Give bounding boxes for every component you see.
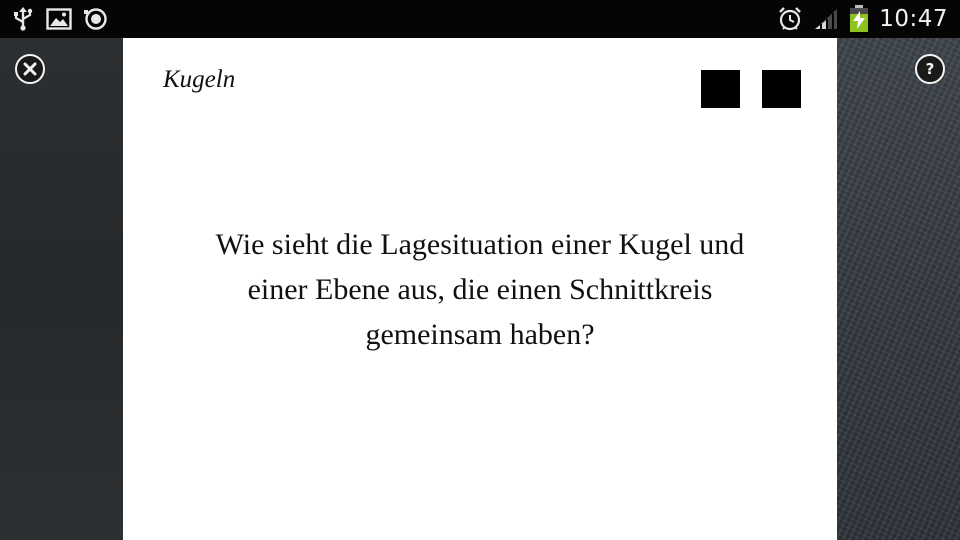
right-backdrop <box>837 38 960 540</box>
left-backdrop <box>0 38 123 540</box>
question-line: einer Ebene aus, die einen Schnittkreis <box>247 273 713 306</box>
status-bar: 10:47 <box>0 0 960 38</box>
card-marker-1[interactable] <box>701 70 740 108</box>
notification-icons <box>12 6 108 32</box>
status-clock: 10:47 <box>879 6 948 32</box>
image-icon <box>46 8 72 30</box>
system-icons: 10:47 <box>777 4 948 34</box>
question-line: Wie sieht die Lagesituation einer Kugel … <box>215 228 745 261</box>
card-topic: Kugeln <box>163 66 236 93</box>
signal-icon <box>813 7 839 31</box>
close-button[interactable] <box>15 54 45 84</box>
help-icon: ? <box>925 59 935 78</box>
app-screen: 10:47 ? Kugeln Wie sieht die Lagesituati… <box>0 0 960 540</box>
alarm-clock-icon <box>777 6 803 32</box>
media-icon <box>84 8 108 30</box>
battery-charging-icon <box>849 5 869 33</box>
card-marker-2[interactable] <box>762 70 801 108</box>
close-icon <box>23 62 37 76</box>
question-line: gemeinsam haben? <box>365 318 595 351</box>
flashcard[interactable]: Kugeln Wie sieht die Lagesituation einer… <box>123 38 837 540</box>
usb-icon <box>12 7 34 31</box>
help-button[interactable]: ? <box>915 54 945 84</box>
card-question: Wie sieht die Lagesituation einer Kugel … <box>163 222 797 357</box>
